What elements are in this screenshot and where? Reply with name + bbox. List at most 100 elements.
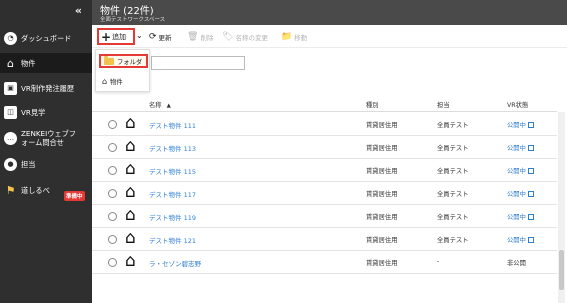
house-icon: ⌂: [125, 182, 136, 202]
property-type: 賃貸居住用: [366, 191, 398, 198]
table-row[interactable]: ⌂ デスト物件 121 賃貸居住用 全員テスト 公開中: [92, 228, 557, 251]
scrollbar-thumb[interactable]: [559, 250, 564, 290]
vr-status-label: 非公開: [507, 260, 526, 267]
property-owner: -: [437, 258, 440, 265]
sidebar-item-label: 道しるべ: [21, 185, 50, 195]
row-select-radio[interactable]: [108, 166, 117, 175]
external-link-icon[interactable]: [527, 168, 534, 174]
house-icon: ⌂: [125, 228, 136, 248]
property-name-link[interactable]: デスト物件 113: [149, 143, 196, 153]
table-row[interactable]: ⌂ デスト物件 117 賃貸居住用 全員テスト 公開中: [92, 182, 557, 205]
table-header: 名称 ▲ 種別 担当 VR状態: [92, 95, 557, 112]
external-link-icon[interactable]: [527, 191, 534, 197]
vr-status[interactable]: 公開中: [507, 166, 534, 175]
table-row[interactable]: ⌂ デスト物件 115 賃貸居住用 全員テスト 公開中: [92, 159, 557, 182]
property-name-link[interactable]: デスト物件 121: [149, 235, 196, 245]
external-link-icon[interactable]: [527, 122, 534, 128]
row-select-radio[interactable]: [108, 235, 117, 244]
rename-button[interactable]: 🏷 名称の変更: [222, 32, 268, 42]
property-owner: 全員テスト: [437, 145, 469, 152]
table-row[interactable]: ⌂ デスト物件 113 賃貸居住用 全員テスト 公開中: [92, 136, 557, 159]
menu-item-property[interactable]: ⌂ 物件: [99, 74, 148, 88]
vr-status-label: 公開中: [507, 191, 526, 198]
property-owner: 全員テスト: [437, 168, 469, 175]
property-name-link[interactable]: デスト物件 117: [149, 189, 196, 199]
table-row[interactable]: ⌂ ラ・セゾン碧志野 賃貸居住用 - 非公開: [92, 251, 557, 274]
external-link-icon[interactable]: [527, 237, 534, 243]
vr-status-label: 公開中: [507, 122, 526, 129]
vr-status-label: 公開中: [507, 168, 526, 175]
vr-status[interactable]: 公開中: [507, 189, 534, 198]
house-icon: ⌂: [125, 159, 136, 179]
move-button[interactable]: 📁 移動: [281, 32, 307, 42]
external-link-icon[interactable]: [527, 145, 534, 151]
folder-move-icon: 📁: [281, 32, 293, 42]
toolbar: + 追加 ⌄ ⟳ 更新 🗑 削除 🏷 名称の変更 📁 移動: [92, 25, 567, 48]
row-select-radio[interactable]: [108, 212, 117, 221]
vr-status[interactable]: 公開中: [507, 212, 534, 221]
status-badge: 準備中: [64, 191, 85, 201]
sidebar-item-webform-inquiry[interactable]: … ZENKEIウェブフォーム問合せ: [0, 126, 92, 150]
property-type: 賃貸居住用: [366, 237, 398, 244]
menu-item-folder[interactable]: フォルダ: [99, 54, 148, 68]
page-header: 物件 (22件) 全面テストワークスペース: [92, 0, 567, 25]
external-link-icon[interactable]: [527, 214, 534, 220]
row-select-radio[interactable]: [108, 143, 117, 152]
menu-item-label: フォルダ: [117, 58, 143, 66]
sidebar-item-label: VR見学: [21, 107, 46, 117]
row-select-radio[interactable]: [108, 120, 117, 129]
vr-status: 非公開: [507, 258, 526, 267]
person-icon: ●: [4, 157, 17, 171]
table-row[interactable]: ⌂ デスト物件 119 賃貸居住用 全員テスト 公開中: [92, 205, 557, 228]
property-name-link[interactable]: デスト物件 111: [149, 120, 196, 130]
add-button[interactable]: + 追加: [97, 28, 135, 45]
sidebar-item-label: 物件: [21, 58, 36, 68]
column-header-owner[interactable]: 担当: [437, 100, 450, 109]
house-icon: ⌂: [7, 56, 14, 70]
sidebar-item-staff[interactable]: ● 担当: [0, 156, 92, 172]
property-type: 賃貸居住用: [366, 260, 398, 267]
chevron-down-icon[interactable]: ⌄: [136, 31, 143, 40]
plus-icon: +: [101, 29, 112, 44]
sidebar-item-label: ダッシュボード: [21, 33, 72, 43]
vr-status-label: 公開中: [507, 214, 526, 221]
column-header-label: 名称: [149, 102, 162, 109]
property-type: 賃貸居住用: [366, 214, 398, 221]
vr-status[interactable]: 公開中: [507, 120, 534, 129]
property-name-link[interactable]: ラ・セゾン碧志野: [149, 258, 201, 268]
refresh-button[interactable]: ⟳ 更新: [149, 32, 172, 42]
row-select-radio[interactable]: [108, 258, 117, 267]
property-name-link[interactable]: デスト物件 115: [149, 166, 196, 176]
column-header-vr-status[interactable]: VR状態: [507, 100, 528, 109]
sidebar-item-vr-tour[interactable]: ◫ VR見学: [0, 104, 92, 120]
sidebar-item-label: VR制作発注履歴: [21, 83, 75, 93]
sidebar-item-dashboard[interactable]: ◔ ダッシュボード: [0, 30, 92, 46]
house-icon: ⌂: [125, 251, 136, 271]
sidebar-item-vr-order-history[interactable]: ▣ VR制作発注履歴: [0, 80, 92, 96]
property-type: 賃貸居住用: [366, 168, 398, 175]
chat-icon: …: [4, 131, 17, 145]
vr-status-label: 公開中: [507, 237, 526, 244]
property-name-link[interactable]: デスト物件 119: [149, 212, 196, 222]
property-owner: 全員テスト: [437, 191, 469, 198]
table-row[interactable]: ⌂ デスト物件 111 賃貸居住用 全員テスト 公開中: [92, 113, 557, 136]
vr-status[interactable]: 公開中: [507, 235, 534, 244]
collapse-sidebar-button[interactable]: «: [75, 4, 82, 17]
delete-button[interactable]: 🗑 削除: [187, 32, 213, 42]
property-owner: 全員テスト: [437, 122, 469, 129]
property-owner: 全員テスト: [437, 237, 469, 244]
property-type: 賃貸居住用: [366, 145, 398, 152]
house-icon: ⌂: [125, 205, 136, 225]
search-input[interactable]: [151, 56, 245, 70]
vr-status[interactable]: 公開中: [507, 143, 534, 152]
column-header-name[interactable]: 名称 ▲: [149, 100, 171, 109]
refresh-label: 更新: [158, 34, 172, 42]
add-label: 追加: [112, 32, 127, 41]
trash-icon: 🗑: [187, 32, 199, 42]
row-select-radio[interactable]: [108, 189, 117, 198]
sort-ascending-icon: ▲: [166, 103, 171, 109]
sidebar-item-properties[interactable]: ⌂ 物件: [0, 53, 92, 73]
tag-icon: 🏷: [222, 32, 234, 42]
sidebar-item-label: 担当: [21, 159, 36, 169]
column-header-type[interactable]: 種別: [366, 100, 379, 109]
